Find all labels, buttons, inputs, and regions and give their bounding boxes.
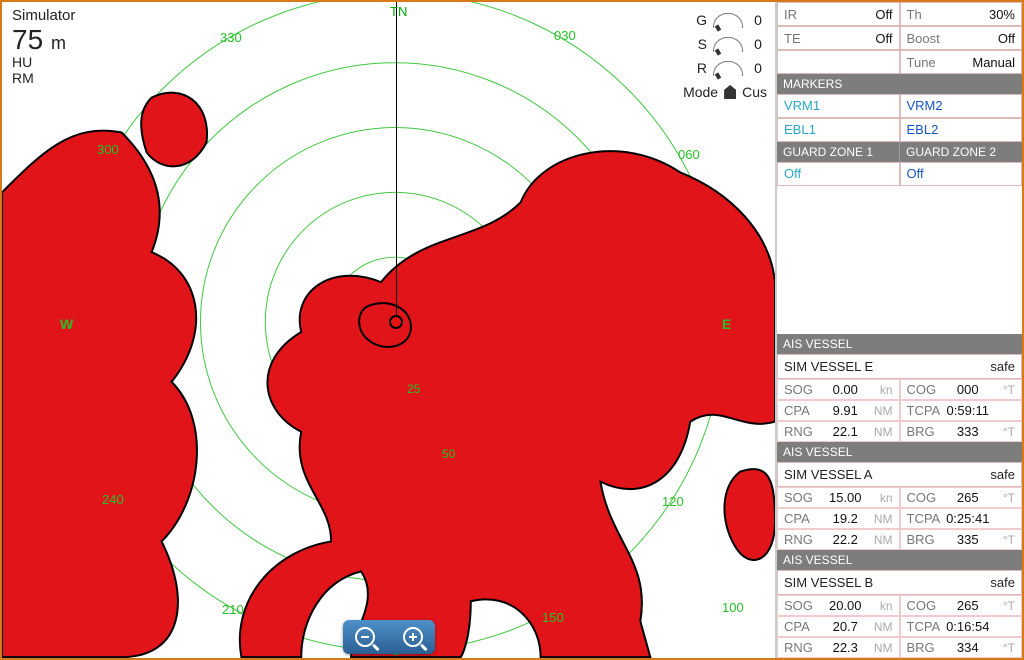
marker-ebl1[interactable]: EBL1 <box>777 118 900 142</box>
setting-tune[interactable]: Tune Manual <box>900 50 1023 74</box>
vessel-name: SIM VESSEL E <box>784 359 873 374</box>
magnifier-minus-icon <box>355 627 375 647</box>
motion-mode: RM <box>12 71 75 86</box>
vessel-data-row: CPA19.2NMTCPA0:25:41 <box>777 508 1022 529</box>
ring-label-50: 50 <box>442 447 455 461</box>
vessel-data-row: RNG22.3NMBRG334°T <box>777 637 1022 658</box>
bearing-e: E <box>722 316 731 332</box>
bearing-240: 240 <box>102 492 124 507</box>
bearing-w: W <box>60 316 73 332</box>
guard-zone-1-value[interactable]: Off <box>777 162 900 186</box>
vessel-data-row: CPA20.7NMTCPA0:16:54 <box>777 616 1022 637</box>
th-value: 30% <box>989 7 1015 22</box>
vessel-name: SIM VESSEL A <box>784 467 872 482</box>
ais-vessel-name-row[interactable]: SIM VESSEL E safe <box>777 354 1022 379</box>
vessel-data-row: SOG20.00knCOG265°T <box>777 595 1022 616</box>
mode-icon <box>724 85 736 99</box>
bearing-300: 300 <box>97 142 119 157</box>
sea-value: 0 <box>749 36 767 52</box>
setting-ir[interactable]: IR Off <box>777 2 900 26</box>
markers-header: MARKERS <box>777 74 1022 94</box>
te-value: Off <box>875 31 892 46</box>
ais-vessel-header: AIS VESSEL <box>777 442 1022 462</box>
simulator-label: Simulator <box>12 8 75 25</box>
range-readout: 75 m <box>12 25 75 56</box>
guard-zone-2-value[interactable]: Off <box>900 162 1023 186</box>
bearing-150: 150 <box>542 610 564 625</box>
ais-vessel-header: AIS VESSEL <box>777 550 1022 570</box>
vessel-data-row: SOG15.00knCOG265°T <box>777 487 1022 508</box>
vessel-data-row: RNG22.1NMBRG333°T <box>777 421 1022 442</box>
dial-icon <box>713 13 743 28</box>
orientation-mode: HU <box>12 55 75 70</box>
ais-vessel-list: AIS VESSEL SIM VESSEL E safe SOG0.00knCOG00… <box>777 334 1022 658</box>
vessel-status: safe <box>990 575 1015 590</box>
boost-value: Off <box>998 31 1015 46</box>
guard-zone-2-header: GUARD ZONE 2 <box>899 142 1022 162</box>
radar-adjust-block: G0 S0 R0 ModeCus <box>683 8 767 104</box>
rain-value: 0 <box>749 60 767 76</box>
ais-vessel-name-row[interactable]: SIM VESSEL A safe <box>777 462 1022 487</box>
bearing-210: 210 <box>222 602 244 617</box>
dial-icon <box>713 61 743 76</box>
tune-label: Tune <box>907 55 936 70</box>
marker-vrm2[interactable]: VRM2 <box>900 94 1023 118</box>
own-ship-marker <box>389 315 403 329</box>
vessel-data-row: CPA9.91NMTCPA0:59:11 <box>777 400 1022 421</box>
ring-label-25: 25 <box>407 382 420 396</box>
ais-vessel-header: AIS VESSEL <box>777 334 1022 354</box>
bearing-060: 060 <box>678 147 700 162</box>
status-block: Simulator 75 m HU RM <box>12 8 75 86</box>
heading-line <box>396 2 397 322</box>
zoom-toolbar <box>343 620 435 654</box>
rain-label: R <box>697 60 707 76</box>
ir-label: IR <box>784 7 797 22</box>
dial-icon <box>713 37 743 52</box>
bearing-030: 030 <box>554 28 576 43</box>
radar-display[interactable]: TN 030 060 E 120 150 S 210 240 W 300 330… <box>2 2 776 658</box>
bearing-tn: TN <box>390 4 407 19</box>
marker-vrm1[interactable]: VRM1 <box>777 94 900 118</box>
sea-label: S <box>698 36 707 52</box>
app-root: TN 030 060 E 120 150 S 210 240 W 300 330… <box>0 0 1024 660</box>
vessel-data-row: RNG22.2NMBRG335°T <box>777 529 1022 550</box>
radar-echo-svg <box>2 2 775 658</box>
magnifier-plus-icon <box>403 627 423 647</box>
tune-value: Manual <box>972 55 1015 70</box>
setting-th[interactable]: Th 30% <box>900 2 1023 26</box>
setting-boost[interactable]: Boost Off <box>900 26 1023 50</box>
setting-te[interactable]: TE Off <box>777 26 900 50</box>
range-value: 75 <box>12 24 43 55</box>
vessel-status: safe <box>990 467 1015 482</box>
setting-blank <box>777 50 900 74</box>
boost-label: Boost <box>907 31 940 46</box>
bearing-330: 330 <box>220 30 242 45</box>
guard-zone-1-header: GUARD ZONE 1 <box>777 142 899 162</box>
bearing-120: 120 <box>662 494 684 509</box>
side-panel: IR Off Th 30% TE Off Boost Off Tune Manual MA… <box>776 2 1022 658</box>
vessel-name: SIM VESSEL B <box>784 575 873 590</box>
mode-value: Cus <box>742 84 767 100</box>
te-label: TE <box>784 31 801 46</box>
guard-zone-headers: GUARD ZONE 1 GUARD ZONE 2 <box>777 142 1022 162</box>
gain-label: G <box>696 12 707 28</box>
rain-clutter-control[interactable]: R0 <box>683 56 767 80</box>
zoom-out-button[interactable] <box>351 624 379 650</box>
gain-control[interactable]: G0 <box>683 8 767 32</box>
th-label: Th <box>907 7 922 22</box>
vessel-status: safe <box>990 359 1015 374</box>
bearing-100: 100 <box>722 600 744 615</box>
ir-value: Off <box>875 7 892 22</box>
gain-value: 0 <box>749 12 767 28</box>
mode-control[interactable]: Mode Cus <box>683 80 767 104</box>
ais-vessel-name-row[interactable]: SIM VESSEL B safe <box>777 570 1022 595</box>
vessel-data-row: SOG0.00knCOG000°T <box>777 379 1022 400</box>
zoom-in-button[interactable] <box>399 624 427 650</box>
range-unit: m <box>51 33 66 53</box>
sea-clutter-control[interactable]: S0 <box>683 32 767 56</box>
mode-label: Mode <box>683 84 718 100</box>
marker-ebl2[interactable]: EBL2 <box>900 118 1023 142</box>
